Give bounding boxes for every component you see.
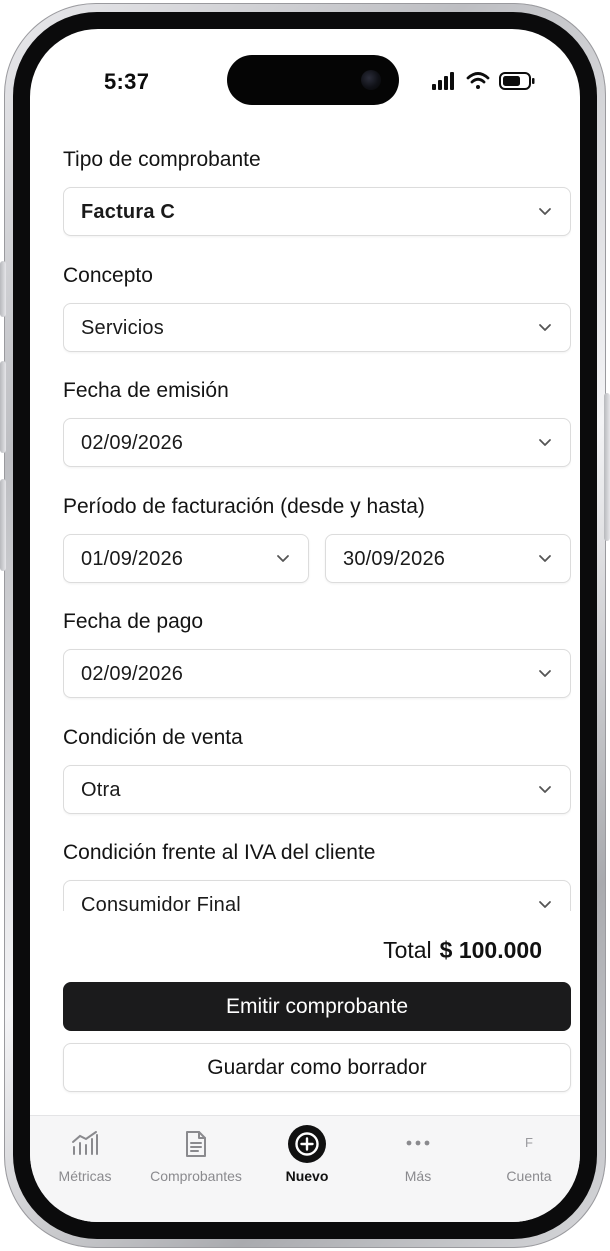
- tab-label: Cuenta: [506, 1168, 552, 1184]
- periodo-desde-value: 01/09/2026: [81, 548, 184, 570]
- status-icons: [432, 72, 535, 90]
- dynamic-island: [227, 55, 399, 105]
- concepto-select[interactable]: Servicios: [63, 303, 571, 352]
- fecha-emision-label: Fecha de emisión: [63, 379, 229, 402]
- tab-metricas[interactable]: Métricas: [30, 1116, 140, 1196]
- total-value: $ 100.000: [439, 937, 542, 963]
- tipo-label: Tipo de comprobante: [63, 148, 261, 171]
- fecha-pago-value: 02/09/2026: [81, 663, 184, 685]
- tab-comprobantes[interactable]: Comprobantes: [141, 1116, 251, 1196]
- tab-bar: Métricas Comprobantes Nuevo Más F Cuenta: [30, 1115, 580, 1222]
- battery-icon: [499, 72, 535, 90]
- fecha-pago-label: Fecha de pago: [63, 610, 204, 633]
- avatar-initial: F: [525, 1135, 533, 1150]
- cellular-signal-icon: [432, 72, 454, 90]
- save-draft-button-label: Guardar como borrador: [207, 1055, 427, 1079]
- chart-icon: [72, 1131, 98, 1155]
- total-row: Total $ 100.000: [383, 937, 542, 964]
- condicion-venta-select[interactable]: Otra: [63, 765, 571, 814]
- chevron-down-icon: [539, 324, 551, 331]
- emit-button-label: Emitir comprobante: [225, 994, 409, 1018]
- screen: 5:37 Tipo de comprobante Factura C Conce…: [30, 29, 580, 1222]
- periodo-hasta-picker[interactable]: 30/09/2026: [325, 534, 571, 583]
- periodo-hasta-value: 30/09/2026: [343, 548, 446, 570]
- total-label: Total: [383, 937, 432, 963]
- plus-circle-icon: [288, 1125, 326, 1163]
- document-icon: [186, 1131, 206, 1157]
- tipo-value: Factura C: [81, 201, 176, 223]
- more-icon: [406, 1140, 430, 1146]
- chevron-down-icon: [539, 208, 551, 215]
- chevron-down-icon: [539, 901, 551, 908]
- chevron-down-icon: [539, 439, 551, 446]
- tipo-select[interactable]: Factura C: [63, 187, 571, 236]
- tab-mas[interactable]: Más: [363, 1116, 473, 1196]
- bezel: 5:37 Tipo de comprobante Factura C Conce…: [13, 12, 597, 1239]
- emit-button[interactable]: Emitir comprobante: [63, 982, 571, 1031]
- fecha-emision-picker[interactable]: 02/09/2026: [63, 418, 571, 467]
- camera-icon: [361, 70, 381, 90]
- wifi-icon: [466, 72, 490, 89]
- invoice-form: Tipo de comprobante Factura C Concepto S…: [63, 129, 571, 911]
- periodo-desde-picker[interactable]: 01/09/2026: [63, 534, 309, 583]
- tab-label: Más: [404, 1168, 432, 1184]
- fecha-pago-picker[interactable]: 02/09/2026: [63, 649, 571, 698]
- condicion-iva-label: Condición frente al IVA del cliente: [63, 841, 376, 864]
- volume-down-button: [0, 479, 6, 571]
- status-time: 5:37: [104, 69, 150, 94]
- condicion-venta-label: Condición de venta: [63, 726, 243, 749]
- chevron-down-icon: [539, 786, 551, 793]
- tab-label: Nuevo: [285, 1168, 329, 1184]
- chevron-down-icon: [539, 555, 551, 562]
- power-button: [604, 393, 610, 541]
- volume-up-button: [0, 361, 6, 453]
- chevron-down-icon: [539, 670, 551, 677]
- condicion-iva-select[interactable]: Consumidor Final: [63, 880, 571, 911]
- condicion-iva-value: Consumidor Final: [81, 894, 241, 911]
- tab-cuenta[interactable]: F Cuenta: [474, 1116, 580, 1196]
- save-draft-button[interactable]: Guardar como borrador: [63, 1043, 571, 1092]
- tab-nuevo[interactable]: Nuevo: [252, 1116, 362, 1196]
- condicion-venta-value: Otra: [81, 779, 121, 801]
- concepto-label: Concepto: [63, 264, 153, 287]
- periodo-label: Período de facturación (desde y hasta): [63, 495, 425, 518]
- fecha-emision-value: 02/09/2026: [81, 432, 184, 454]
- chevron-down-icon: [277, 555, 289, 562]
- concepto-value: Servicios: [81, 317, 164, 339]
- device-frame: 5:37 Tipo de comprobante Factura C Conce…: [0, 3, 610, 1248]
- status-bar: 5:37: [30, 29, 580, 129]
- action-button: [0, 261, 6, 317]
- tab-label: Métricas: [58, 1168, 112, 1184]
- tab-label: Comprobantes: [150, 1168, 242, 1184]
